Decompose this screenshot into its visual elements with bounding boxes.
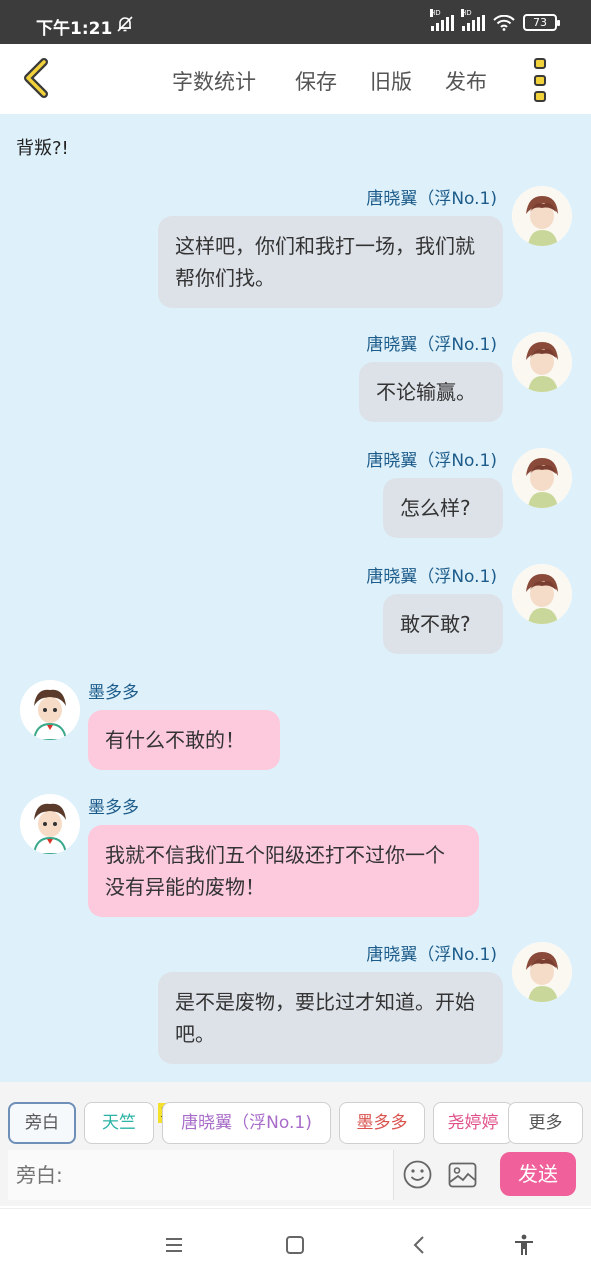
save-button[interactable]: 保存 xyxy=(295,66,337,96)
system-nav-bar xyxy=(0,1208,591,1280)
more-menu-icon[interactable] xyxy=(534,58,550,102)
role-chip-yao[interactable]: 尧婷婷 xyxy=(433,1102,513,1144)
message-input[interactable] xyxy=(8,1150,393,1200)
old-version-button[interactable]: 旧版 xyxy=(370,66,412,96)
tang-avatar[interactable] xyxy=(512,186,572,246)
role-chip-mo[interactable]: 墨多多 xyxy=(339,1102,425,1144)
speaker-name: 唐晓翼（浮No.1) xyxy=(366,335,497,355)
battery-icon: 73 xyxy=(523,14,560,31)
wifi-icon xyxy=(493,14,515,31)
message-bubble[interactable]: 我就不信我们五个阳级还打不过你一个没有异能的废物！ xyxy=(88,825,479,917)
emoji-icon[interactable] xyxy=(403,1160,432,1189)
speaker-name: 唐晓翼（浮No.1) xyxy=(366,451,497,471)
signal-icon: HD xyxy=(461,8,485,31)
message-input-wrapper xyxy=(8,1150,394,1200)
image-icon[interactable] xyxy=(448,1162,477,1188)
speaker-name: 唐晓翼（浮No.1) xyxy=(366,189,497,209)
speaker-name: 墨多多 xyxy=(88,683,139,703)
tang-avatar[interactable] xyxy=(512,332,572,392)
menu-icon[interactable] xyxy=(162,1233,186,1257)
tang-avatar[interactable] xyxy=(512,564,572,624)
mo-avatar[interactable] xyxy=(20,794,80,854)
tang-avatar[interactable] xyxy=(512,448,572,508)
speaker-name: 墨多多 xyxy=(88,798,139,818)
send-button[interactable]: 发送 xyxy=(500,1152,576,1196)
publish-button[interactable]: 发布 xyxy=(445,66,487,96)
bell-off-icon xyxy=(117,16,133,32)
chat-area[interactable]: 背叛?! 唐晓翼（浮No.1) 这样吧，你们和我打一场，我们就帮你们找。 唐晓翼… xyxy=(0,114,591,1082)
signal-icon: HD xyxy=(430,8,454,31)
accessibility-icon[interactable] xyxy=(512,1233,536,1257)
tang-avatar[interactable] xyxy=(512,942,572,1002)
speaker-name: 唐晓翼（浮No.1) xyxy=(366,567,497,587)
role-chip-tianzhu[interactable]: 天竺 xyxy=(84,1102,154,1144)
word-count-button[interactable]: 字数统计 xyxy=(172,66,256,96)
status-bar: 下午1:21 HD HD 73 xyxy=(0,0,591,44)
message-bubble[interactable]: 是不是废物，要比过才知道。开始吧。 xyxy=(158,972,503,1064)
mo-avatar[interactable] xyxy=(20,680,80,740)
back-arrow-icon[interactable] xyxy=(20,58,52,98)
more-roles-button[interactable]: 更多 xyxy=(508,1102,583,1144)
composer: 旁白 天竺 主 唐晓翼（浮No.1) 墨多多 尧婷婷 更多 发送 xyxy=(0,1082,591,1206)
status-time: 下午1:21 xyxy=(36,19,113,39)
back-icon[interactable] xyxy=(408,1233,432,1257)
message-bubble[interactable]: 这样吧，你们和我打一场，我们就帮你们找。 xyxy=(158,216,503,308)
speaker-name: 唐晓翼（浮No.1) xyxy=(366,945,497,965)
narration-text: 背叛?! xyxy=(16,138,69,159)
message-bubble[interactable]: 有什么不敢的！ xyxy=(88,710,280,770)
message-bubble[interactable]: 敢不敢? xyxy=(383,594,503,654)
role-chip-tang[interactable]: 唐晓翼（浮No.1) xyxy=(162,1102,331,1144)
message-bubble[interactable]: 不论输赢。 xyxy=(359,362,503,422)
message-bubble[interactable]: 怎么样? xyxy=(383,478,503,538)
role-chip-narrator[interactable]: 旁白 xyxy=(8,1102,76,1144)
app-toolbar: 字数统计 保存 旧版 发布 xyxy=(0,44,591,114)
home-icon[interactable] xyxy=(283,1233,307,1257)
